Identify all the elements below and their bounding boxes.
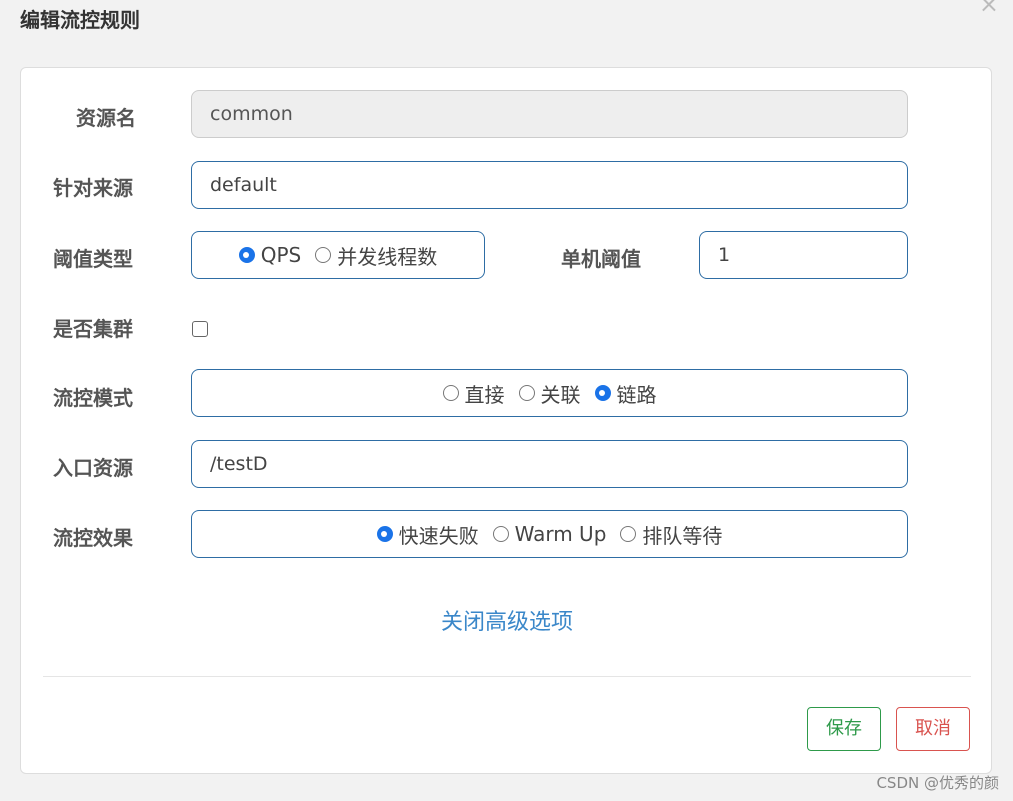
radio-circle-icon[interactable] xyxy=(492,526,509,542)
radio-option-strategy[interactable]: 直接 xyxy=(442,379,505,408)
resource-name-label: 资源名 xyxy=(76,106,136,130)
divider xyxy=(43,676,971,677)
radio-option-strategy[interactable]: 链路 xyxy=(594,379,657,408)
cluster-label: 是否集群 xyxy=(53,317,133,341)
radio-circle-icon[interactable] xyxy=(594,385,611,401)
control-behavior-label: 流控效果 xyxy=(53,526,133,550)
control-behavior-radio-group: 快速失败 Warm Up 排队等待 xyxy=(191,510,908,558)
radio-option-label: 链路 xyxy=(616,382,657,407)
ref-resource-label: 入口资源 xyxy=(53,456,133,480)
cluster-checkbox[interactable] xyxy=(192,321,208,337)
form-panel: 资源名 common 针对来源 default 阈值类型 QPS 并发线程数 单机… xyxy=(20,67,992,774)
radio-option-label: 排队等待 xyxy=(642,523,723,548)
radio-option-label: 关联 xyxy=(540,382,581,407)
threshold-input[interactable]: 1 xyxy=(699,231,908,279)
radio-option-control-behavior[interactable]: 快速失败 xyxy=(376,520,479,549)
threshold-label: 单机阈值 xyxy=(561,247,641,271)
radio-option-control-behavior[interactable]: Warm Up xyxy=(492,522,607,546)
radio-option-control-behavior[interactable]: 排队等待 xyxy=(620,520,722,549)
limit-app-input[interactable]: default xyxy=(191,161,908,209)
cancel-button[interactable]: 取消 xyxy=(896,707,970,751)
radio-option-label: 快速失败 xyxy=(398,523,479,548)
radio-option-label: Warm Up xyxy=(514,522,607,546)
radio-option-label: 直接 xyxy=(464,382,505,407)
radio-circle-icon[interactable] xyxy=(620,526,637,542)
radio-option-grade[interactable]: 并发线程数 xyxy=(315,241,437,270)
radio-option-grade[interactable]: QPS xyxy=(238,243,302,267)
limit-app-label: 针对来源 xyxy=(53,176,133,200)
save-button[interactable]: 保存 xyxy=(807,707,881,751)
resource-name-input: common xyxy=(191,90,908,138)
radio-circle-icon[interactable] xyxy=(238,247,255,263)
radio-option-strategy[interactable]: 关联 xyxy=(518,379,581,408)
radio-circle-icon[interactable] xyxy=(518,385,535,401)
strategy-label: 流控模式 xyxy=(53,386,133,410)
watermark: CSDN @优秀的颜 xyxy=(876,774,999,792)
radio-circle-icon[interactable] xyxy=(442,385,459,401)
close-icon[interactable]: × xyxy=(979,0,999,16)
radio-circle-icon[interactable] xyxy=(376,526,393,542)
radio-option-label: 并发线程数 xyxy=(337,244,438,269)
grade-label: 阈值类型 xyxy=(53,247,133,271)
grade-radio-group: QPS 并发线程数 xyxy=(191,231,485,279)
ref-resource-input[interactable]: /testD xyxy=(191,440,908,488)
toggle-advanced-link[interactable]: 关闭高级选项 xyxy=(21,604,993,636)
strategy-radio-group: 直接 关联 链路 xyxy=(191,369,908,417)
dialog-title: 编辑流控规则 xyxy=(20,8,140,32)
radio-circle-icon[interactable] xyxy=(315,247,332,263)
radio-option-label: QPS xyxy=(260,243,302,267)
